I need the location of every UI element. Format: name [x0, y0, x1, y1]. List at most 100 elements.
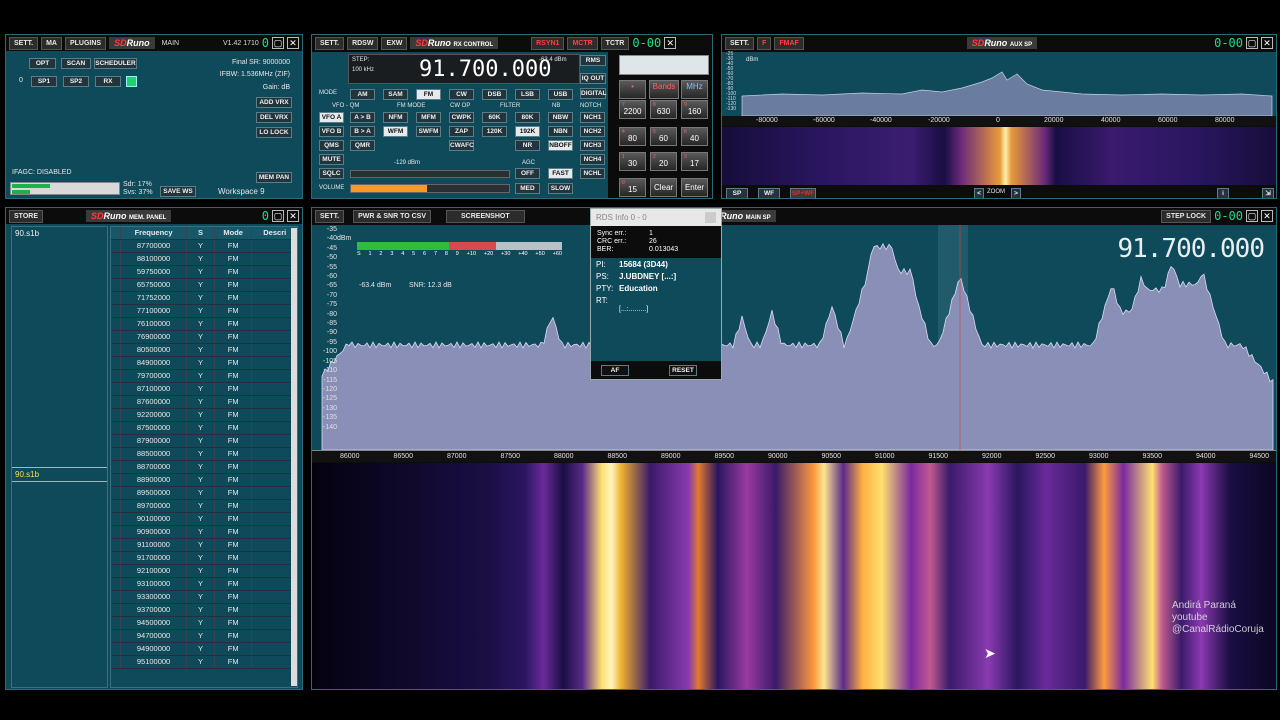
screenshot-button[interactable]: SCREENSHOT [446, 209, 525, 223]
main-minimize-icon[interactable]: ▢ [272, 37, 284, 49]
filter-192k-button[interactable]: 192K [515, 126, 540, 137]
col-s[interactable]: S [187, 227, 215, 239]
wfm-button[interactable]: WFM [383, 126, 408, 137]
mode-lsb-button[interactable]: LSB [515, 89, 540, 100]
main-sett-button[interactable]: SETT. [9, 36, 39, 50]
table-row[interactable]: 93700000 Y FM [111, 604, 297, 617]
aux-close-icon[interactable]: ✕ [1261, 37, 1273, 49]
table-row[interactable]: 87900000 Y FM [111, 435, 297, 448]
keypad-enter-button[interactable]: Enter [681, 178, 708, 197]
filter-60k-button[interactable]: 60K [482, 112, 507, 123]
keypad-clear-button[interactable]: Clear [650, 178, 677, 197]
aux-f-button[interactable]: F [757, 36, 772, 50]
table-row[interactable]: 94900000 Y FM [111, 643, 297, 656]
aux-spwf-button[interactable]: SP+WF [790, 188, 816, 198]
table-row[interactable]: 79700000 Y FM [111, 370, 297, 383]
keypad-3-button[interactable]: 3 17 [681, 152, 708, 171]
aux-resize-icon[interactable]: ⇲ [1262, 188, 1274, 198]
table-row[interactable]: 94700000 Y FM [111, 630, 297, 643]
sp1-button[interactable]: SP1 [31, 76, 57, 87]
keypad-bands-button[interactable]: Bands [649, 80, 679, 99]
table-row[interactable]: 76100000 Y FM [111, 318, 297, 331]
table-row[interactable]: 88700000 Y FM [111, 461, 297, 474]
mfm-button[interactable]: MFM [416, 112, 441, 123]
table-row[interactable]: 93100000 Y FM [111, 578, 297, 591]
step-lock-button[interactable]: STEP LOCK [1161, 209, 1212, 223]
table-row[interactable]: 91100000 Y FM [111, 539, 297, 552]
mode-sam-button[interactable]: SAM [383, 89, 408, 100]
aux-minimize-icon[interactable]: ▢ [1246, 37, 1258, 49]
nbn-button[interactable]: NBN [548, 126, 573, 137]
add-vrx-button[interactable]: ADD VRX [256, 97, 292, 108]
nch4-button[interactable]: NCH4 [580, 154, 605, 165]
filter-120k-button[interactable]: 120K [482, 126, 507, 137]
table-row[interactable]: 92100000 Y FM [111, 565, 297, 578]
mainsp-close-icon[interactable]: ✕ [1261, 210, 1273, 222]
nch3-button[interactable]: NCH3 [580, 140, 605, 151]
mctr-button[interactable]: MCTR [567, 36, 598, 50]
squelch-slider[interactable] [350, 170, 510, 178]
keypad-0-button[interactable]: 0 15 [619, 178, 646, 197]
table-row[interactable]: 90100000 Y FM [111, 513, 297, 526]
table-row[interactable]: 88900000 Y FM [111, 474, 297, 487]
rx-sett-button[interactable]: SETT. [315, 36, 345, 50]
table-row[interactable]: 71752000 Y FM [111, 292, 297, 305]
keypad-mhz-button[interactable]: MHz [681, 80, 708, 99]
mem-group-item-selected[interactable]: 90.s1b [12, 467, 107, 482]
table-row[interactable]: 89700000 Y FM [111, 500, 297, 513]
digital-button[interactable]: DIGITAL [580, 88, 607, 99]
rx-button[interactable]: RX [95, 76, 121, 87]
table-row[interactable]: 87700000 Y FM [111, 240, 297, 253]
store-button[interactable]: STORE [9, 209, 43, 223]
table-row[interactable]: 88500000 Y FM [111, 448, 297, 461]
table-row[interactable]: 95100000 Y FM [111, 656, 297, 669]
scan-button[interactable]: SCAN [61, 58, 91, 69]
table-row[interactable]: 84900000 Y FM [111, 357, 297, 370]
keypad-5-button[interactable]: 5 60 [650, 127, 677, 146]
nbw-button[interactable]: NBW [548, 112, 573, 123]
iq-out-button[interactable]: IQ OUT [580, 73, 606, 84]
mode-cw-button[interactable]: CW [449, 89, 474, 100]
rms-button[interactable]: RMS [580, 55, 606, 66]
exw-button[interactable]: EXW [381, 36, 408, 50]
cwafc-button[interactable]: CWAFC [449, 140, 474, 151]
agc-slow-button[interactable]: SLOW [548, 183, 573, 194]
plugins-button[interactable]: PLUGINS [64, 36, 107, 50]
mainsp-minimize-icon[interactable]: ▢ [1246, 210, 1258, 222]
mode-fm-button[interactable]: FM [416, 89, 441, 100]
cwpk-button[interactable]: CWPK [449, 112, 474, 123]
nfm-button[interactable]: NFM [383, 112, 408, 123]
fmaf-button[interactable]: FMAF [774, 36, 804, 50]
agc-off-button[interactable]: OFF [515, 168, 540, 179]
table-row[interactable]: 94500000 Y FM [111, 617, 297, 630]
swfm-button[interactable]: SWFM [416, 126, 441, 137]
rdsw-button[interactable]: RDSW [347, 36, 379, 50]
table-row[interactable]: 80500000 Y FM [111, 344, 297, 357]
rds-af-button[interactable]: AF [601, 365, 629, 376]
table-row[interactable]: 91700000 Y FM [111, 552, 297, 565]
aux-info-button[interactable]: i [1217, 188, 1229, 198]
nch2-button[interactable]: NCH2 [580, 126, 605, 137]
col-frequency[interactable]: Frequency [121, 227, 188, 239]
main-close-icon[interactable]: ✕ [287, 37, 299, 49]
mode-am-button[interactable]: AM [350, 89, 375, 100]
mainsp-sett-button[interactable]: SETT. [315, 209, 345, 223]
keypad-4-button[interactable]: 4 80 [619, 127, 646, 146]
mem-minimize-icon[interactable]: ▢ [272, 210, 284, 222]
qms-button[interactable]: QMS [319, 140, 344, 151]
keypad-1-button[interactable]: 1 30 [619, 152, 646, 171]
zoom-right-button[interactable]: > [1011, 188, 1021, 198]
aux-sett-button[interactable]: SETT. [725, 36, 755, 50]
table-row[interactable]: 92200000 Y FM [111, 409, 297, 422]
filter-80k-button[interactable]: 80K [515, 112, 540, 123]
table-row[interactable]: 87100000 Y FM [111, 383, 297, 396]
a-to-b-button[interactable]: A > B [350, 112, 375, 123]
rds-reset-button[interactable]: RESET [669, 365, 697, 376]
nch1-button[interactable]: NCH1 [580, 112, 605, 123]
zoom-left-button[interactable]: < [974, 188, 984, 198]
keypad-dot-button[interactable]: • [619, 80, 646, 99]
sqlc-button[interactable]: SQLC [319, 168, 344, 179]
mode-dsb-button[interactable]: DSB [482, 89, 507, 100]
vfo-b-button[interactable]: VFO B [319, 126, 344, 137]
qmr-button[interactable]: QMR [350, 140, 375, 151]
